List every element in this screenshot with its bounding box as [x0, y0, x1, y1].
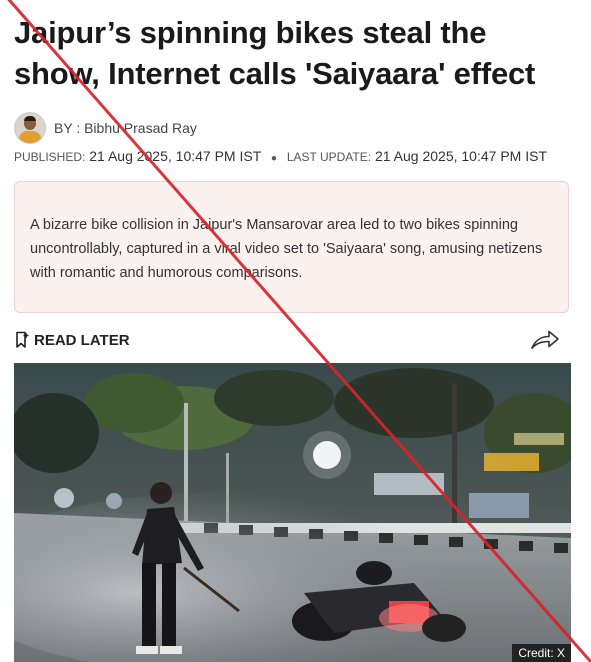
bookmark-plus-icon	[16, 331, 29, 348]
article-dates: PUBLISHED: 21 Aug 2025, 10:47 PM IST ● L…	[14, 148, 547, 164]
share-arrow-icon[interactable]	[530, 328, 560, 352]
author-byline: BY : Bibhu Prasad Ray	[14, 112, 197, 144]
published-date: 21 Aug 2025, 10:47 PM IST	[89, 148, 262, 164]
article-photo[interactable]: Credit: X	[14, 363, 571, 662]
article-summary-box: A bizarre bike collision in Jaipur's Man…	[14, 181, 569, 313]
separator-dot: ●	[270, 153, 277, 164]
image-credit: Credit: X	[512, 644, 571, 662]
photo-scene	[14, 363, 571, 662]
read-later-label: READ LATER	[34, 331, 130, 349]
author-name[interactable]: BY : Bibhu Prasad Ray	[54, 120, 197, 136]
last-update-label: LAST UPDATE:	[286, 150, 372, 164]
article-summary-text: A bizarre bike collision in Jaipur's Man…	[30, 217, 543, 281]
published-label: PUBLISHED:	[14, 150, 86, 164]
read-later-button[interactable]: READ LATER	[14, 329, 130, 351]
author-avatar[interactable]	[14, 112, 46, 144]
article-headline: Jaipur’s spinning bikes steal the show, …	[14, 15, 536, 91]
last-update-date: 21 Aug 2025, 10:47 PM IST	[374, 148, 547, 164]
